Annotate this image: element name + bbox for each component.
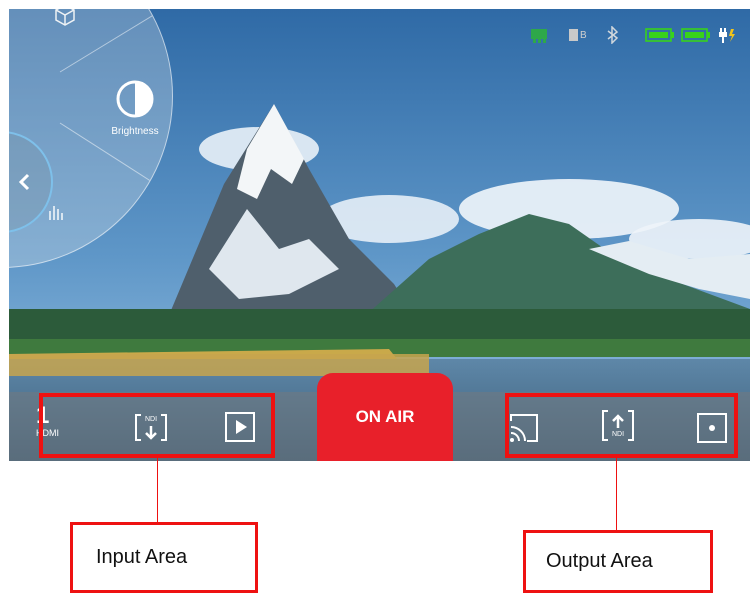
histogram-icon <box>49 206 63 220</box>
output-callout-line <box>616 458 617 530</box>
input-area-highlight <box>39 393 275 458</box>
chevron-left-icon <box>18 173 30 191</box>
3d-lut-icon <box>55 9 75 26</box>
output-area-highlight <box>505 393 738 458</box>
on-air-button[interactable]: ON AIR <box>317 373 453 461</box>
brightness-icon <box>116 80 154 117</box>
sd-card-label: B <box>580 29 587 41</box>
battery-2-icon <box>680 28 710 42</box>
battery-1-icon <box>644 28 674 42</box>
output-area-callout: Output Area <box>523 530 713 593</box>
status-bar: B <box>529 25 737 45</box>
radial-menu: Brightness <box>9 9 173 268</box>
power-plug-icon <box>718 28 735 43</box>
sd-card-icon: B <box>569 29 587 41</box>
brightness-button[interactable]: Brightness <box>100 65 170 149</box>
input-area-label: Input Area <box>96 546 188 568</box>
brightness-label: Brightness <box>111 125 159 137</box>
output-area-label: Output Area <box>546 550 653 572</box>
input-area-callout: Input Area <box>70 522 258 593</box>
network-connected-icon <box>531 29 547 43</box>
bluetooth-icon <box>607 26 618 44</box>
3d-lut-button[interactable] <box>47 9 83 33</box>
input-callout-line <box>157 458 158 523</box>
